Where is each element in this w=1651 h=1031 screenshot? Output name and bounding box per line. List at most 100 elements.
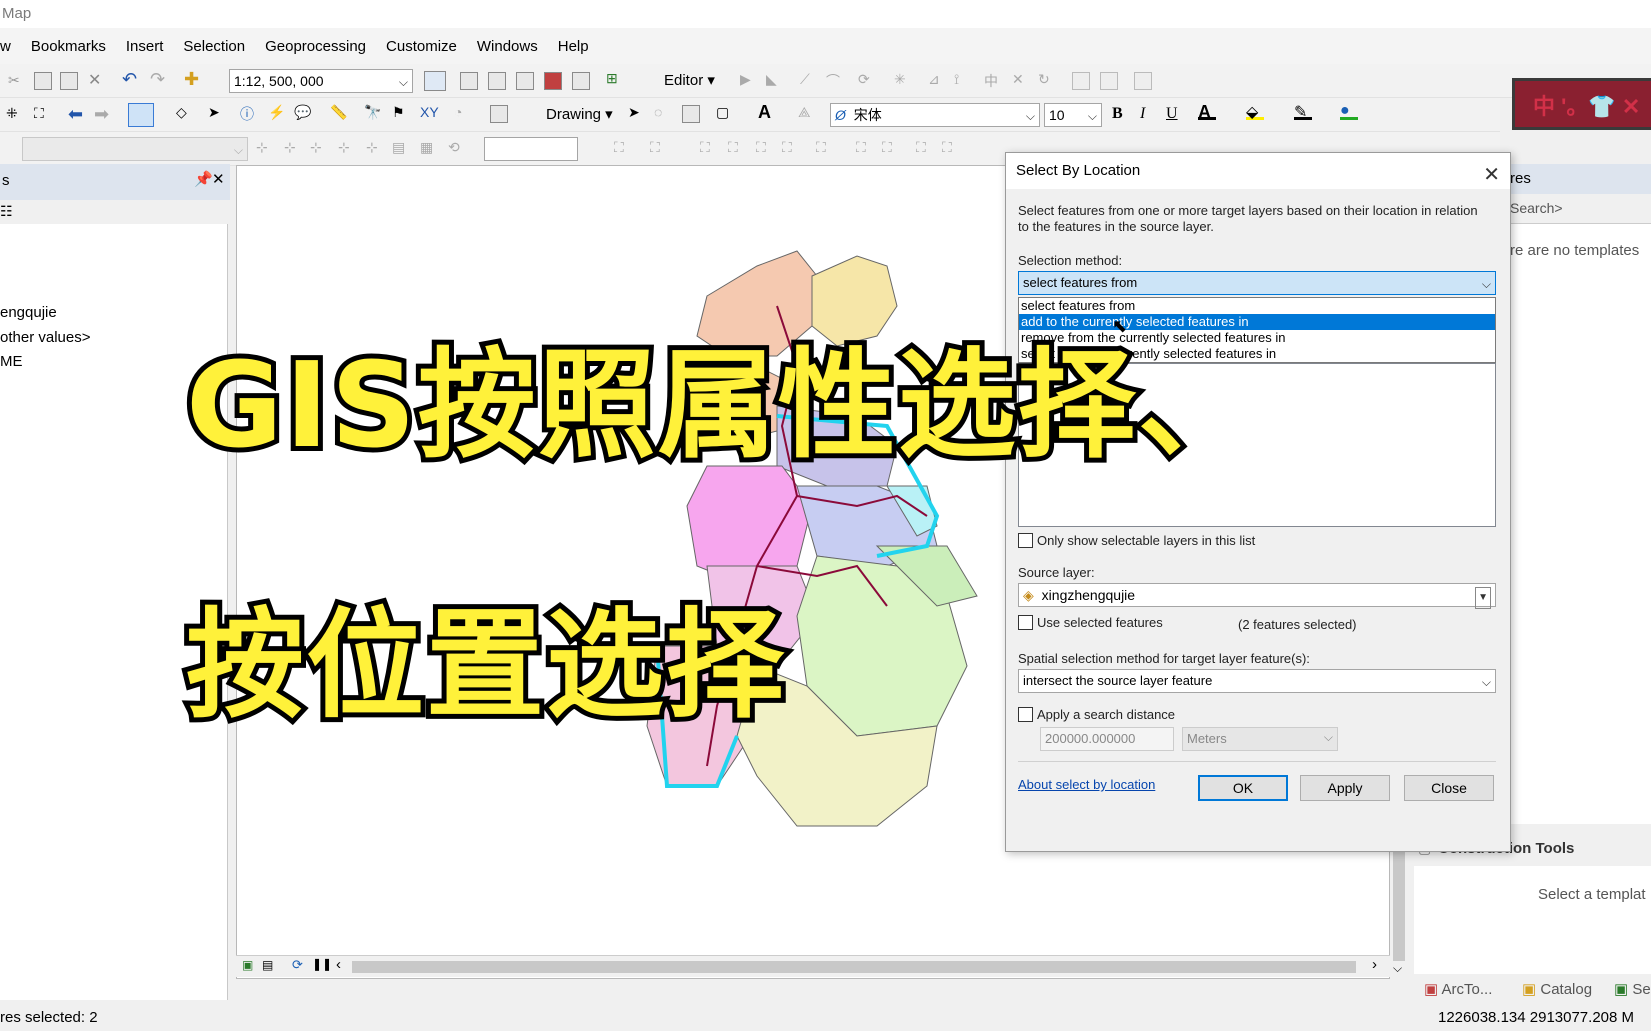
zoom-to-selected-elements-icon[interactable] [682,105,700,123]
about-link[interactable]: About select by location [1018,777,1155,792]
distance-input[interactable]: 200000.000000 [1040,727,1174,751]
editor-menu[interactable]: Editor ▾ [664,71,715,89]
georef-icon-1[interactable]: ⊹ [256,139,274,157]
option-add-to-selection[interactable]: add to the currently selected features i… [1019,314,1495,330]
create-features-icon[interactable] [1134,72,1152,90]
underline-button[interactable]: U [1166,105,1178,123]
network-icon-4[interactable]: ⛶ [728,139,746,157]
network-icon-1[interactable]: ⛶ [614,139,632,157]
close-button[interactable]: Close [1404,775,1494,801]
tab-search[interactable]: ▣ Se [1614,980,1651,998]
toc-other-values[interactable]: other values> [0,329,90,346]
identify-icon[interactable]: ⓘ [240,104,258,122]
ok-button[interactable]: OK [1198,775,1288,801]
italic-button[interactable]: I [1140,105,1145,123]
network-icon-5[interactable]: ⛶ [756,139,774,157]
search-window-icon[interactable] [516,72,534,90]
georef-icon-4[interactable]: ⊹ [338,139,356,157]
find-route-icon[interactable]: ⚑ [392,104,410,122]
network-icon-8[interactable]: ⛶ [856,139,874,157]
time-slider-icon[interactable]: ◔ [454,104,472,122]
scroll-down-icon[interactable]: ⌵ [1393,961,1402,976]
network-icon-10[interactable]: ⛶ [916,139,934,157]
map-scale-combo[interactable]: 1:12, 500, 000 ⌵ [229,69,413,93]
selection-method-combo[interactable]: select features from ⌵ [1018,271,1496,295]
pause-icon[interactable]: ❚❚ [312,957,332,971]
refresh-icon[interactable]: ⟳ [292,957,303,973]
toc-layer-name[interactable]: engqujie [0,304,57,321]
dialog-close-icon[interactable]: ✕ [1483,157,1500,193]
network-icon-11[interactable]: ⛶ [942,139,960,157]
rotate-element-icon[interactable]: ◌ [654,104,672,122]
only-selectable-checkbox[interactable] [1018,533,1033,548]
layer-combo[interactable]: ⌵ [22,137,248,161]
distance-unit-select[interactable]: Meters ⌵ [1182,727,1338,751]
python-window-icon[interactable] [572,72,590,90]
select-elements-drawing-icon[interactable]: ➤ [628,104,646,122]
ime-bar[interactable]: 中 '。👕 ✕ [1512,78,1651,130]
go-back-icon[interactable]: ⬅ [68,104,86,124]
marker-color-icon[interactable]: ● [1340,102,1358,120]
menu-geoprocessing[interactable]: Geoprocessing [265,38,366,55]
apply-distance-checkbox[interactable] [1018,707,1033,722]
georef-table-icon[interactable]: ▤ [392,139,410,157]
menu-selection[interactable]: Selection [183,38,245,55]
split-icon[interactable]: ✕ [1012,71,1030,89]
attributes-icon[interactable] [1072,72,1090,90]
cut-icon[interactable]: ✂ [8,72,26,90]
georef-rotate-icon[interactable]: ⟲ [448,139,466,157]
select-elements-icon[interactable]: ➤ [208,104,226,122]
menu-help[interactable]: Help [558,38,589,55]
pin-icon[interactable]: 📌 [194,170,213,188]
edit-annotation-icon[interactable]: ◣ [766,71,784,89]
fixed-zoom-out-icon[interactable]: ⛶ [34,105,52,123]
straight-segment-icon[interactable]: ⟋ [800,71,818,89]
trace-icon[interactable]: ⟳ [858,71,876,89]
editor-toolbar-icon[interactable] [424,71,446,91]
close-icon[interactable]: ✕ [212,170,225,188]
option-select-features-from[interactable]: select features from [1019,298,1495,314]
go-forward-icon[interactable]: ➡ [94,104,112,124]
hyperlink-icon[interactable]: ⚡ [268,104,286,122]
bold-button[interactable]: B [1112,105,1123,123]
network-icon-3[interactable]: ⛶ [700,139,718,157]
font-size-combo[interactable]: 10 ⌵ [1044,103,1102,127]
list-by-source-icon[interactable]: ☷ [0,203,13,220]
select-features-icon[interactable] [128,103,154,127]
toc-field-name[interactable]: ME [0,353,23,370]
rectangle-icon[interactable]: ▢ [716,104,734,122]
edit-tool-icon[interactable]: ▶ [740,71,758,89]
point-icon[interactable]: ✳ [894,71,912,89]
georef-input[interactable] [484,137,578,161]
data-view-icon[interactable]: ▣ [242,958,253,972]
edit-vertices-icon[interactable]: ⊿ [928,71,946,89]
redo-icon[interactable]: ↷ [150,69,168,89]
network-icon-7[interactable]: ⛶ [816,139,834,157]
create-viewer-window-icon[interactable] [490,105,508,123]
horizontal-scrollbar[interactable] [352,961,1356,973]
end-point-arc-icon[interactable]: ⌒ [826,71,844,89]
measure-icon[interactable]: 📏 [330,104,348,122]
edit-vertices-drawing-icon[interactable]: ⟁ [798,104,816,122]
line-color-icon[interactable]: ✎ [1294,102,1312,121]
menu-windows[interactable]: Windows [477,38,538,55]
catalog-window-icon[interactable] [488,72,506,90]
sketch-properties-icon[interactable] [1100,72,1118,90]
delete-icon[interactable]: ✕ [88,70,106,89]
cut-polygon-icon[interactable]: 中 [984,71,1002,89]
source-layer-combo[interactable]: ◈ xingzhengqujie ▼ [1018,583,1496,609]
network-icon-6[interactable]: ⛶ [782,139,800,157]
arctoolbox-icon[interactable] [544,72,562,90]
network-icon-2[interactable]: ⛶ [650,139,668,157]
apply-button[interactable]: Apply [1300,775,1390,801]
drawing-menu[interactable]: Drawing ▾ [546,105,613,123]
model-builder-icon[interactable]: ⊞ [606,70,624,88]
toc-window-icon[interactable] [460,72,478,90]
georef-icon-5[interactable]: ⊹ [366,139,384,157]
scroll-right-icon[interactable]: › [1372,956,1377,973]
html-popup-icon[interactable]: 💬 [294,104,312,122]
find-icon[interactable]: 🔭 [364,104,382,122]
fill-color-icon[interactable]: ⬙ [1246,102,1264,121]
layout-view-icon[interactable]: ▤ [262,958,273,972]
georef-icon-2[interactable]: ⊹ [284,139,302,157]
